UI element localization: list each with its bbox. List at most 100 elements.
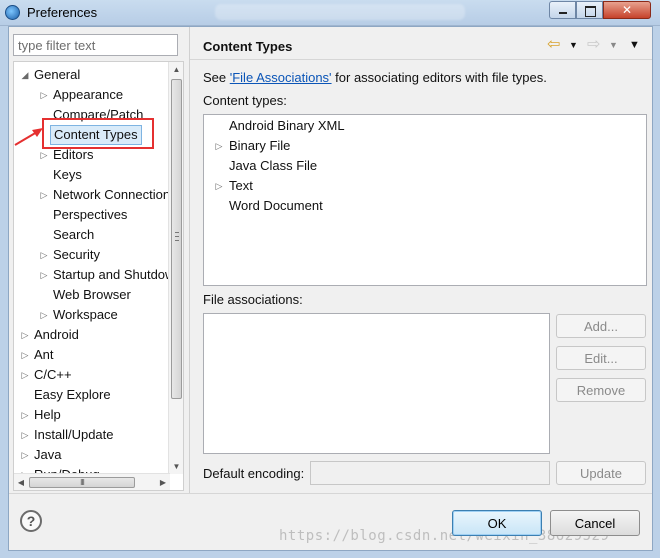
- tree-item-label: Web Browser: [53, 287, 131, 302]
- no-twisty: [39, 225, 49, 245]
- content-type-binary-file[interactable]: ▷ Binary File: [204, 136, 644, 156]
- tree-item-web-browser[interactable]: Web Browser: [14, 285, 170, 305]
- eclipse-app-icon: [5, 5, 20, 20]
- add-button[interactable]: Add...: [556, 314, 646, 338]
- tree-item-label: Security: [53, 247, 100, 262]
- close-icon: ✕: [621, 3, 633, 17]
- pane-divider[interactable]: [189, 27, 190, 493]
- scroll-left-arrow-icon[interactable]: ◀: [14, 474, 28, 490]
- tree-item-label: Android: [34, 327, 79, 342]
- tree-item-install-update[interactable]: ▷ Install/Update: [14, 425, 170, 445]
- tree-item-label: Search: [53, 227, 95, 242]
- tree-item-label: Workspace: [53, 307, 118, 322]
- tree-item-general[interactable]: ◢ General: [14, 65, 170, 85]
- file-associations-list[interactable]: [203, 313, 550, 454]
- tree-item-ant[interactable]: ▷ Ant: [14, 345, 170, 365]
- scroll-down-arrow-icon[interactable]: ▼: [169, 459, 183, 474]
- cancel-button[interactable]: Cancel: [550, 510, 640, 536]
- forward-menu-chevron-down-icon[interactable]: ▼: [609, 36, 618, 54]
- tree-item-java[interactable]: ▷ Java: [14, 445, 170, 465]
- tree-item-label: C/C++: [34, 367, 72, 382]
- help-icon[interactable]: ?: [20, 510, 42, 532]
- tree-horizontal-scrollbar[interactable]: ◀ III ▶: [14, 473, 170, 490]
- close-button[interactable]: ✕: [603, 1, 651, 19]
- tree-item-startup-and-shutdown[interactable]: ▷ Startup and Shutdown: [14, 265, 170, 285]
- tree-item-c-c[interactable]: ▷ C/C++: [14, 365, 170, 385]
- tree-vertical-scrollbar[interactable]: ▲ ▼: [168, 62, 183, 474]
- content-type-label: Word Document: [229, 198, 323, 213]
- content-type-java-class-file[interactable]: Java Class File: [204, 156, 644, 176]
- tree-item-keys[interactable]: Keys: [14, 165, 170, 185]
- maximize-button[interactable]: [576, 1, 603, 19]
- tree-item-perspectives[interactable]: Perspectives: [14, 205, 170, 225]
- tree-item-label: Java: [34, 447, 62, 462]
- edit-button[interactable]: Edit...: [556, 346, 646, 370]
- ok-button[interactable]: OK: [452, 510, 542, 536]
- tree-item-appearance[interactable]: ▷ Appearance: [14, 85, 170, 105]
- collapsed-chevron-icon[interactable]: ▷: [20, 345, 30, 365]
- minimize-button[interactable]: [549, 1, 576, 19]
- collapsed-chevron-icon[interactable]: ▷: [20, 425, 30, 445]
- tree-item-label: Ant: [34, 347, 54, 362]
- preferences-dialog: ◢General▷AppearanceCompare/PatchContent …: [8, 26, 653, 551]
- collapsed-chevron-icon[interactable]: ▷: [214, 176, 224, 196]
- expanded-chevron-icon[interactable]: ◢: [20, 65, 30, 85]
- collapsed-chevron-icon[interactable]: ▷: [20, 365, 30, 385]
- hscroll-thumb[interactable]: III: [29, 477, 135, 488]
- content-type-android-binary-xml[interactable]: Android Binary XML: [204, 116, 644, 136]
- no-twisty: [39, 165, 49, 185]
- tree-item-workspace[interactable]: ▷ Workspace: [14, 305, 170, 325]
- footer-separator: [9, 493, 652, 494]
- content-type-label: Text: [229, 178, 253, 193]
- tree-item-security[interactable]: ▷ Security: [14, 245, 170, 265]
- collapsed-chevron-icon[interactable]: ▷: [20, 405, 30, 425]
- no-twisty: [214, 116, 224, 136]
- view-menu-chevron-down-icon[interactable]: ▼: [629, 36, 640, 54]
- remove-button[interactable]: Remove: [556, 378, 646, 402]
- tree-item-label: Startup and Shutdown: [53, 267, 170, 282]
- collapsed-chevron-icon[interactable]: ▷: [39, 305, 49, 325]
- grip-icon: [175, 232, 179, 241]
- note-prefix: See: [203, 70, 230, 85]
- file-associations-link[interactable]: 'File Associations': [230, 70, 332, 85]
- file-associations-note: See 'File Associations' for associating …: [203, 70, 547, 85]
- content-type-label: Android Binary XML: [229, 118, 345, 133]
- no-twisty: [39, 285, 49, 305]
- back-arrow-icon[interactable]: ⇦: [547, 36, 560, 54]
- back-menu-chevron-down-icon[interactable]: ▼: [569, 36, 578, 54]
- content-type-word-document[interactable]: Word Document: [204, 196, 644, 216]
- default-encoding-field[interactable]: [310, 461, 550, 485]
- forward-arrow-icon[interactable]: ⇨: [587, 36, 600, 54]
- tree-item-label: Install/Update: [34, 427, 114, 442]
- collapsed-chevron-icon[interactable]: ▷: [39, 245, 49, 265]
- title-bar: Preferences ✕: [0, 0, 660, 26]
- tree-item-android[interactable]: ▷ Android: [14, 325, 170, 345]
- tree-item-label: Network Connections: [53, 187, 170, 202]
- tree-item-help[interactable]: ▷ Help: [14, 405, 170, 425]
- tree-item-network-connections[interactable]: ▷ Network Connections: [14, 185, 170, 205]
- update-button[interactable]: Update: [556, 461, 646, 485]
- default-encoding-label: Default encoding:: [203, 466, 305, 481]
- collapsed-chevron-icon[interactable]: ▷: [39, 265, 49, 285]
- no-twisty: [214, 156, 224, 176]
- scroll-thumb[interactable]: [171, 79, 182, 399]
- collapsed-chevron-icon[interactable]: ▷: [214, 136, 224, 156]
- filter-input[interactable]: [13, 34, 178, 56]
- collapsed-chevron-icon[interactable]: ▷: [20, 325, 30, 345]
- scroll-up-arrow-icon[interactable]: ▲: [169, 62, 183, 77]
- tree-item-label: Perspectives: [53, 207, 128, 222]
- collapsed-chevron-icon[interactable]: ▷: [20, 445, 30, 465]
- tree-item-easy-explore[interactable]: Easy Explore: [14, 385, 170, 405]
- tree-item-label: Keys: [53, 167, 82, 182]
- tree-item-search[interactable]: Search: [14, 225, 170, 245]
- tree-item-label: General: [34, 67, 81, 82]
- content-types-label: Content types:: [203, 93, 287, 108]
- content-type-text[interactable]: ▷ Text: [204, 176, 644, 196]
- collapsed-chevron-icon[interactable]: ▷: [39, 185, 49, 205]
- window-title: Preferences: [27, 5, 98, 20]
- content-types-tree: Android Binary XML ▷ Binary File Java Class…: [203, 114, 647, 286]
- annotation-highlight-box: [42, 118, 154, 149]
- background-window-title: [215, 4, 465, 20]
- collapsed-chevron-icon[interactable]: ▷: [39, 85, 49, 105]
- scroll-right-arrow-icon[interactable]: ▶: [156, 474, 170, 490]
